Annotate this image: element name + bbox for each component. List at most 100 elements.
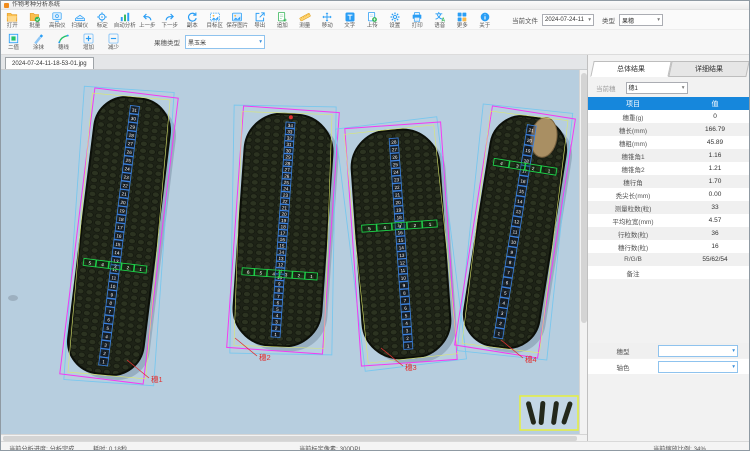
result-item-name: 穗行角	[588, 177, 678, 187]
ear-type-label: 果穗类型	[154, 37, 180, 47]
toolbar-button-ear-line[interactable]: 穗线	[51, 31, 76, 54]
toolbar-button-label: 设置	[389, 23, 400, 29]
document-tab[interactable]: 2024-07-24-11-18-53-01.jpg	[5, 57, 94, 69]
toolbar-button-batch[interactable]: 批量	[24, 10, 47, 30]
ear-type-dropdown[interactable]: 黑玉米▾	[185, 35, 265, 49]
app-icon	[4, 3, 9, 8]
svg-text:34: 34	[288, 123, 294, 128]
results-tabs: 总体结果 详细结果	[592, 61, 748, 77]
save-image-icon	[231, 11, 243, 23]
svg-text:24: 24	[393, 170, 399, 175]
result-item-value: 4.57	[678, 217, 750, 224]
settings-gear-icon	[389, 11, 401, 23]
svg-text:25: 25	[393, 162, 399, 167]
svg-text:25: 25	[284, 180, 290, 185]
ear-line-icon	[57, 32, 70, 45]
toolbar-button-export[interactable]: 导出	[249, 10, 272, 30]
toolbar-button-more-grid[interactable]: 更多	[451, 10, 474, 30]
toolbar-button-duplicate[interactable]: 副本	[181, 10, 204, 30]
navigator-thumbnail[interactable]	[520, 396, 578, 430]
toolbar-button-move[interactable]: 移动	[316, 10, 339, 30]
status-bar: 当前分析进度: 分析完成 耗时: 0.18秒 当前标定像素: 300DPI 当前…	[1, 441, 750, 451]
result-row: 穗锥角11.16	[588, 149, 750, 162]
toolbar-button-save-image[interactable]: 保存图片	[226, 10, 249, 30]
vertical-scrollbar[interactable]	[579, 70, 587, 434]
result-item-value: 1.70	[678, 178, 750, 185]
result-item-name: 备注	[588, 268, 678, 278]
app-window: 作物考种分析系统 打开批量高拍仪扫描仪标定自动分析上一步下一步副本目标区保存图片…	[0, 0, 750, 451]
current-ear-label: 当前穗	[596, 83, 616, 93]
more-grid-icon	[456, 11, 468, 23]
toolbar-button-print[interactable]: 打印	[406, 10, 429, 30]
image-canvas[interactable]: 3130292827262524232221201918171615141312…	[1, 70, 579, 434]
result-row: 穗重(g)0	[588, 110, 750, 123]
results-panel: 总体结果 详细结果 当前穗 穗1▾ 项目 值 穗重(g)0穗长(mm)166.7…	[587, 55, 750, 441]
svg-text:27: 27	[284, 167, 290, 172]
toolbar-button-append[interactable]: 追加	[271, 10, 294, 30]
toolbar-button-binary[interactable]: 二值	[1, 31, 26, 54]
result-item-name: 秃尖长(mm)	[588, 190, 678, 200]
result-item-value: 33	[678, 204, 750, 211]
cob-color-dropdown[interactable]: ▾	[658, 361, 738, 373]
toolbar-button-redo-arrow[interactable]: 下一步	[159, 10, 182, 30]
current-file-dropdown[interactable]: 2024-07-24-11▾	[542, 14, 594, 26]
toolbar-button-text[interactable]: 文字	[339, 10, 362, 30]
tab-overall-results[interactable]: 总体结果	[590, 61, 671, 77]
toolbar-button-label: 目标区	[206, 23, 223, 29]
toolbar-button-label: 下一步	[161, 23, 178, 29]
toolbar-button-doc-camera[interactable]: 高拍仪	[46, 10, 69, 30]
svg-text:18: 18	[280, 224, 286, 229]
result-item-name: 穗重(g)	[588, 112, 678, 122]
batch-icon	[29, 11, 41, 23]
result-item-value: 1.16	[678, 152, 750, 159]
toolbar-button-target-region[interactable]: 目标区	[204, 10, 227, 30]
result-row: 行粒数(粒)36	[588, 227, 750, 240]
document-tab-strip: 2024-07-24-11-18-53-01.jpg	[1, 55, 587, 70]
append-icon	[276, 11, 288, 23]
svg-text:22: 22	[394, 185, 400, 190]
target-region-icon	[209, 11, 221, 23]
toolbar-button-calibrate[interactable]: 标定	[91, 10, 114, 30]
toolbar-button-label: 更多	[457, 23, 468, 29]
file-controls: 当前文件 2024-07-24-11▾ 类型 果穗▾	[512, 10, 663, 30]
ear-shape-dropdown[interactable]: ▾	[658, 345, 738, 357]
ear-label: 穗4	[525, 354, 537, 364]
toolbar-button-label: 减少	[108, 45, 119, 51]
type-value: 果穗	[622, 16, 634, 25]
measure-ruler-icon	[299, 11, 311, 23]
smear-brush-icon	[32, 32, 45, 45]
toolbar-button-voice[interactable]: 文A语音	[429, 10, 452, 30]
svg-text:31: 31	[286, 142, 292, 147]
toolbar-button-smear-brush[interactable]: 涂抹	[26, 31, 51, 54]
toolbar-button-about-info[interactable]: 关于	[474, 10, 497, 30]
toolbar-button-label: 保存图片	[226, 23, 248, 29]
current-ear-value: 穗1	[629, 83, 638, 92]
toolbar-button-scanner[interactable]: 扫描仪	[69, 10, 92, 30]
toolbar-button-label: 关于	[479, 23, 490, 29]
toolbar-button-settings-gear[interactable]: 设置	[384, 10, 407, 30]
add-kernel-icon	[82, 32, 95, 45]
toolbar-button-label: 二值	[8, 45, 19, 51]
toolbar-button-label: 自动分析	[114, 23, 136, 29]
status-dpi: 当前标定像素: 300DPI	[299, 444, 360, 451]
analysis-image[interactable]: 3130292827262524232221201918171615141312…	[1, 70, 579, 434]
result-row: 穗长(mm)166.79	[588, 123, 750, 136]
toolbar-button-add-kernel[interactable]: 增加	[76, 31, 101, 54]
ear-label: 穗3	[405, 362, 417, 372]
result-item-name: 行粒数(粒)	[588, 229, 678, 239]
type-dropdown[interactable]: 果穗▾	[619, 14, 663, 26]
toolbar-button-undo-arrow[interactable]: 上一步	[136, 10, 159, 30]
toolbar-button-open-folder[interactable]: 打开	[1, 10, 24, 30]
toolbar-button-label: 打开	[7, 23, 18, 29]
toolbar-button-auto-analyze[interactable]: 自动分析	[114, 10, 137, 30]
toolbar-button-upload[interactable]: 上传	[361, 10, 384, 30]
cob-color-row: 轴色 ▾	[588, 359, 750, 374]
toolbar-button-remove-kernel[interactable]: 减少	[101, 31, 126, 54]
toolbar-button-label: 测量	[299, 23, 310, 29]
svg-text:21: 21	[282, 205, 288, 210]
tab-detail-results[interactable]: 详细结果	[668, 61, 749, 77]
toolbar-button-measure-ruler[interactable]: 测量	[294, 10, 317, 30]
current-ear-dropdown[interactable]: 穗1▾	[626, 82, 688, 94]
cob-color-label: 轴色	[588, 362, 658, 372]
horizontal-scrollbar[interactable]	[1, 434, 587, 441]
